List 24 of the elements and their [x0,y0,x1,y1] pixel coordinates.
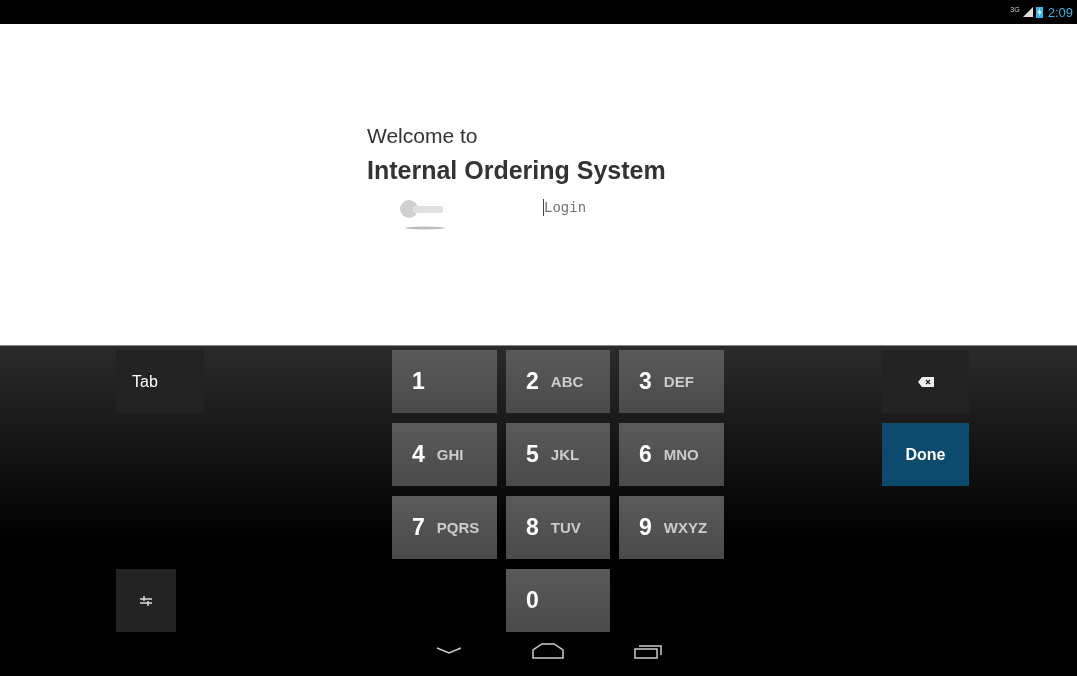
number-key[interactable]: 6 MNO [619,423,724,486]
number-key[interactable]: 2 ABC [506,350,610,413]
signal-icon [1022,7,1033,17]
number-key[interactable]: 1 [392,350,497,413]
number-key[interactable]: 0 [506,569,610,632]
app-title: Internal Ordering System [367,156,667,185]
number-key[interactable]: 8 TUV [506,496,610,559]
login-field[interactable]: Login [543,197,587,217]
number-key[interactable]: 3 DEF [619,350,724,413]
done-key[interactable]: Done [882,423,969,486]
sliders-icon [140,594,152,607]
home-icon[interactable] [531,643,564,659]
number-key[interactable]: 9 WXYZ [619,496,724,559]
clock-time: 2:09 [1047,4,1073,20]
backspace-key[interactable] [882,350,969,413]
number-key[interactable]: 4 GHI [392,423,497,486]
battery-charging-icon [1035,6,1043,18]
backspace-icon [917,376,934,387]
number-key[interactable]: 7 PQRS [392,496,497,559]
hide-keyboard-icon[interactable] [435,647,462,655]
welcome-text: Welcome to [367,124,479,148]
tab-key[interactable]: Tab [116,350,204,413]
number-key[interactable]: 5 JKL [506,423,610,486]
recent-apps-icon[interactable] [633,643,662,659]
